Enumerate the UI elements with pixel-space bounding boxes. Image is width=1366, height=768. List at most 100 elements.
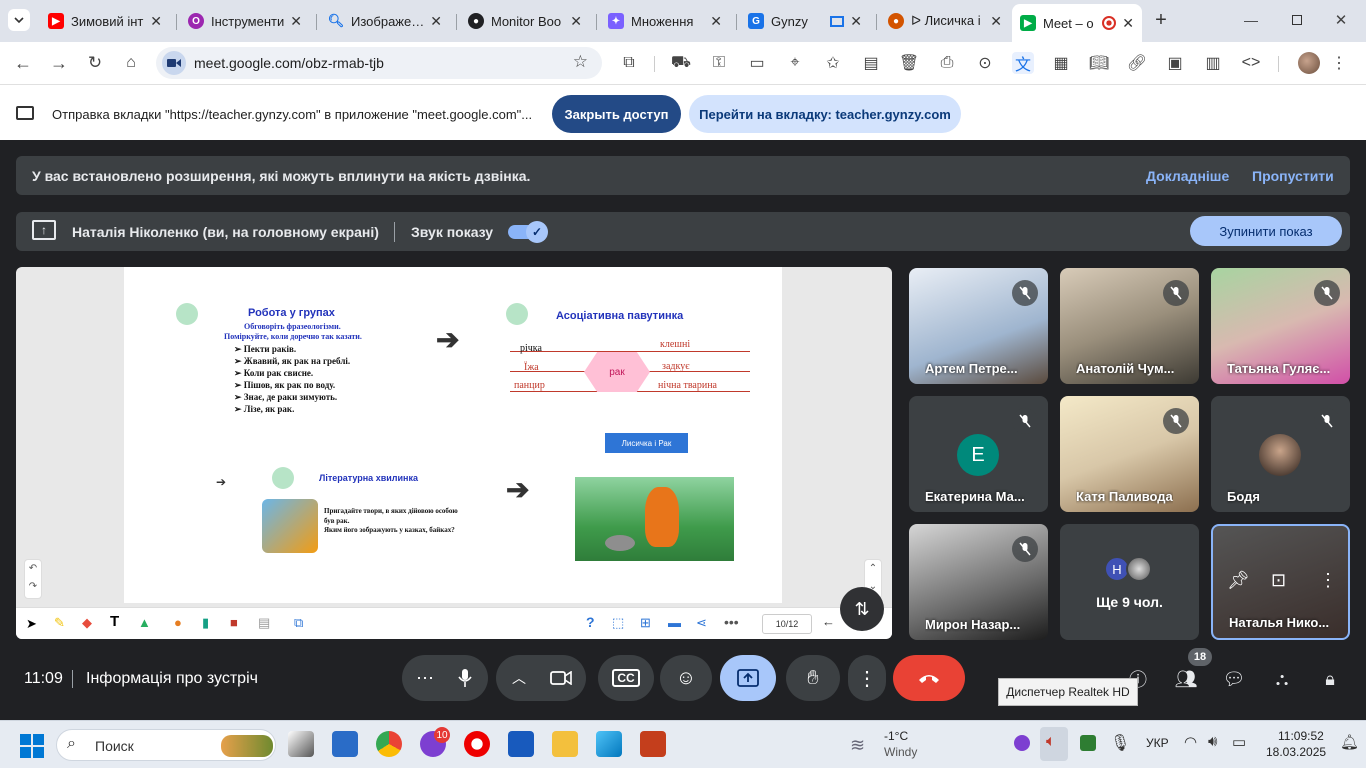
print-icon[interactable]: ⎙ xyxy=(936,52,958,74)
undo-redo-icon[interactable]: ↶ ↷ xyxy=(24,559,42,599)
participant-tile[interactable]: Е Екатерина Ма... xyxy=(909,396,1048,512)
site-info-icon[interactable] xyxy=(162,51,186,75)
shapes-icon[interactable]: ▲ xyxy=(138,615,151,630)
activities-icon[interactable]: ⛬ xyxy=(1268,665,1296,693)
close-icon[interactable]: ✕ xyxy=(290,13,302,30)
lens-icon[interactable]: ⊙ xyxy=(974,52,996,74)
fox-crab-button[interactable]: Лисичка і Рак xyxy=(605,433,688,453)
home-icon[interactable]: ⌂ xyxy=(120,52,142,74)
tool-icon[interactable]: ▮ xyxy=(202,615,209,631)
close-icon[interactable]: ✕ xyxy=(430,13,442,30)
translate-icon[interactable]: 文 xyxy=(1012,52,1034,74)
folder-icon[interactable]: ▬ xyxy=(668,615,681,630)
viber-tray-icon[interactable] xyxy=(1014,735,1030,751)
share-audio-toggle[interactable]: ✓ xyxy=(508,221,548,243)
clock-date[interactable]: 18.03.2025 xyxy=(1266,745,1326,759)
participant-tile[interactable]: Анатолій Чум... xyxy=(1060,268,1199,384)
taskbar-search[interactable]: ⌕ Поиск xyxy=(56,729,276,761)
tab-grid-icon[interactable]: ▥ xyxy=(1202,52,1224,74)
tab-item-active[interactable]: ▶ Meet – o ✕ xyxy=(1012,4,1142,42)
tab-item[interactable]: 🔍︎ Изображени ✕ xyxy=(320,6,450,36)
tab-search-icon[interactable] xyxy=(8,9,30,31)
security-tray-icon[interactable] xyxy=(1080,735,1096,751)
word-icon[interactable] xyxy=(508,731,534,757)
leave-call-icon[interactable] xyxy=(893,655,965,701)
menu-icon[interactable]: ⋮ xyxy=(1328,52,1350,74)
task-view-icon[interactable] xyxy=(288,731,314,757)
tool-icon[interactable]: ▤ xyxy=(258,615,270,631)
participant-tile[interactable]: Мирон Назар... xyxy=(909,524,1048,640)
notifications-icon[interactable]: 🔔︎ xyxy=(1340,733,1359,751)
close-icon[interactable]: ✕ xyxy=(990,13,1002,30)
bookmark-star-icon[interactable]: ☆ xyxy=(573,52,588,72)
participant-tile[interactable]: Бодя xyxy=(1211,396,1350,512)
location-icon[interactable]: ⌖ xyxy=(784,52,806,74)
frame-icon[interactable]: ⊡ xyxy=(1271,570,1286,591)
close-window-icon[interactable]: ✕ xyxy=(1330,9,1352,31)
reload-icon[interactable]: ↻ xyxy=(84,52,106,74)
more-participants-tile[interactable]: Н Ще 9 чол. xyxy=(1060,524,1199,640)
people-icon[interactable]: 👥︎ xyxy=(1172,665,1200,693)
code-icon[interactable]: <> xyxy=(1240,52,1262,74)
star-list-icon[interactable]: ✩ xyxy=(822,52,844,74)
profile-avatar[interactable] xyxy=(1298,52,1320,74)
back-icon[interactable]: ← xyxy=(12,52,34,74)
close-icon[interactable]: ✕ xyxy=(150,13,162,30)
pin-icon[interactable]: 📌︎ xyxy=(1227,570,1250,591)
store-icon[interactable] xyxy=(332,731,358,757)
help-icon[interactable]: ? xyxy=(586,614,595,630)
tab-item[interactable]: ▶ Зимовий інт ✕ xyxy=(40,6,170,36)
host-controls-icon[interactable]: 🔒︎ xyxy=(1316,665,1344,693)
swap-layout-icon[interactable]: ⇅ xyxy=(840,587,884,631)
skip-link[interactable]: Пропустити xyxy=(1252,168,1334,184)
more-options-icon[interactable]: ⋮ xyxy=(848,655,886,701)
raise-hand-icon[interactable]: ✋︎ xyxy=(786,655,840,701)
camera-icon[interactable] xyxy=(538,655,584,701)
more-options-icon[interactable]: ⋮ xyxy=(1319,570,1337,591)
new-tab-icon[interactable]: + xyxy=(1150,9,1172,31)
restore-icon[interactable] xyxy=(1286,9,1308,31)
powerpoint-icon[interactable] xyxy=(640,731,666,757)
mic-tray-icon[interactable]: 🎙︎ xyxy=(1110,733,1130,753)
tool-icon[interactable]: ● xyxy=(174,615,182,630)
meeting-info-link[interactable]: Інформація про зустріч xyxy=(86,670,258,688)
close-icon[interactable]: ✕ xyxy=(710,13,722,30)
close-icon[interactable]: ✕ xyxy=(570,13,582,30)
tab-item[interactable]: G Gynzy ✕ xyxy=(740,6,870,36)
captions-icon[interactable]: CC xyxy=(598,655,654,701)
photos-icon[interactable] xyxy=(596,731,622,757)
goto-tab-button[interactable]: Перейти на вкладку: teacher.gynzy.com xyxy=(689,95,961,133)
language-indicator[interactable]: УКР xyxy=(1146,736,1169,750)
mic-icon[interactable] xyxy=(442,655,488,701)
devices-icon[interactable]: ▣ xyxy=(1164,52,1186,74)
ext-icon-1[interactable]: ⛟ xyxy=(670,52,692,74)
key-icon[interactable]: ⚿ xyxy=(708,52,730,74)
learn-more-link[interactable]: Докладніше xyxy=(1146,168,1229,184)
more-icon[interactable]: ••• xyxy=(724,614,739,630)
close-icon[interactable]: ✕ xyxy=(1122,15,1134,32)
tool-icon[interactable]: ⧉ xyxy=(294,615,303,631)
chevron-up-icon[interactable]: ︿ xyxy=(496,655,542,701)
reading-mode-icon[interactable]: 📖︎ xyxy=(1088,52,1110,74)
battery-icon[interactable]: ▭ xyxy=(1232,733,1246,751)
minimize-icon[interactable]: — xyxy=(1240,9,1262,31)
stop-sharing-button[interactable]: Закрыть доступ xyxy=(552,95,681,133)
eraser-icon[interactable]: ◆ xyxy=(82,615,92,631)
address-bar[interactable]: meet.google.com/obz-rmab-tjb ☆ xyxy=(156,47,602,79)
opera-icon[interactable] xyxy=(464,731,490,757)
tool-icon[interactable]: ■ xyxy=(230,615,238,630)
forward-icon[interactable]: → xyxy=(48,52,70,74)
text-icon[interactable]: T xyxy=(110,613,119,630)
tool-icon[interactable]: ⬚ xyxy=(612,615,624,631)
wifi-icon[interactable]: ◠ xyxy=(1184,733,1197,751)
volume-icon[interactable]: 🔊︎ xyxy=(1208,733,1217,750)
file-explorer-icon[interactable] xyxy=(552,731,578,757)
tab-item[interactable]: ● ᐅ Лисичка і ✕ xyxy=(880,6,1010,36)
link-icon[interactable]: 🔗︎ xyxy=(1126,52,1148,74)
trash-icon[interactable]: 🗑︎ xyxy=(898,52,920,74)
participant-tile[interactable]: Катя Паливода xyxy=(1060,396,1199,512)
tab-item[interactable]: ✦ Множення ✕ xyxy=(600,6,730,36)
tab-item[interactable]: O Інструменти ✕ xyxy=(180,6,310,36)
chat-icon[interactable]: 💬︎ xyxy=(1220,665,1248,693)
extensions-icon[interactable]: ⧉ xyxy=(618,52,640,74)
